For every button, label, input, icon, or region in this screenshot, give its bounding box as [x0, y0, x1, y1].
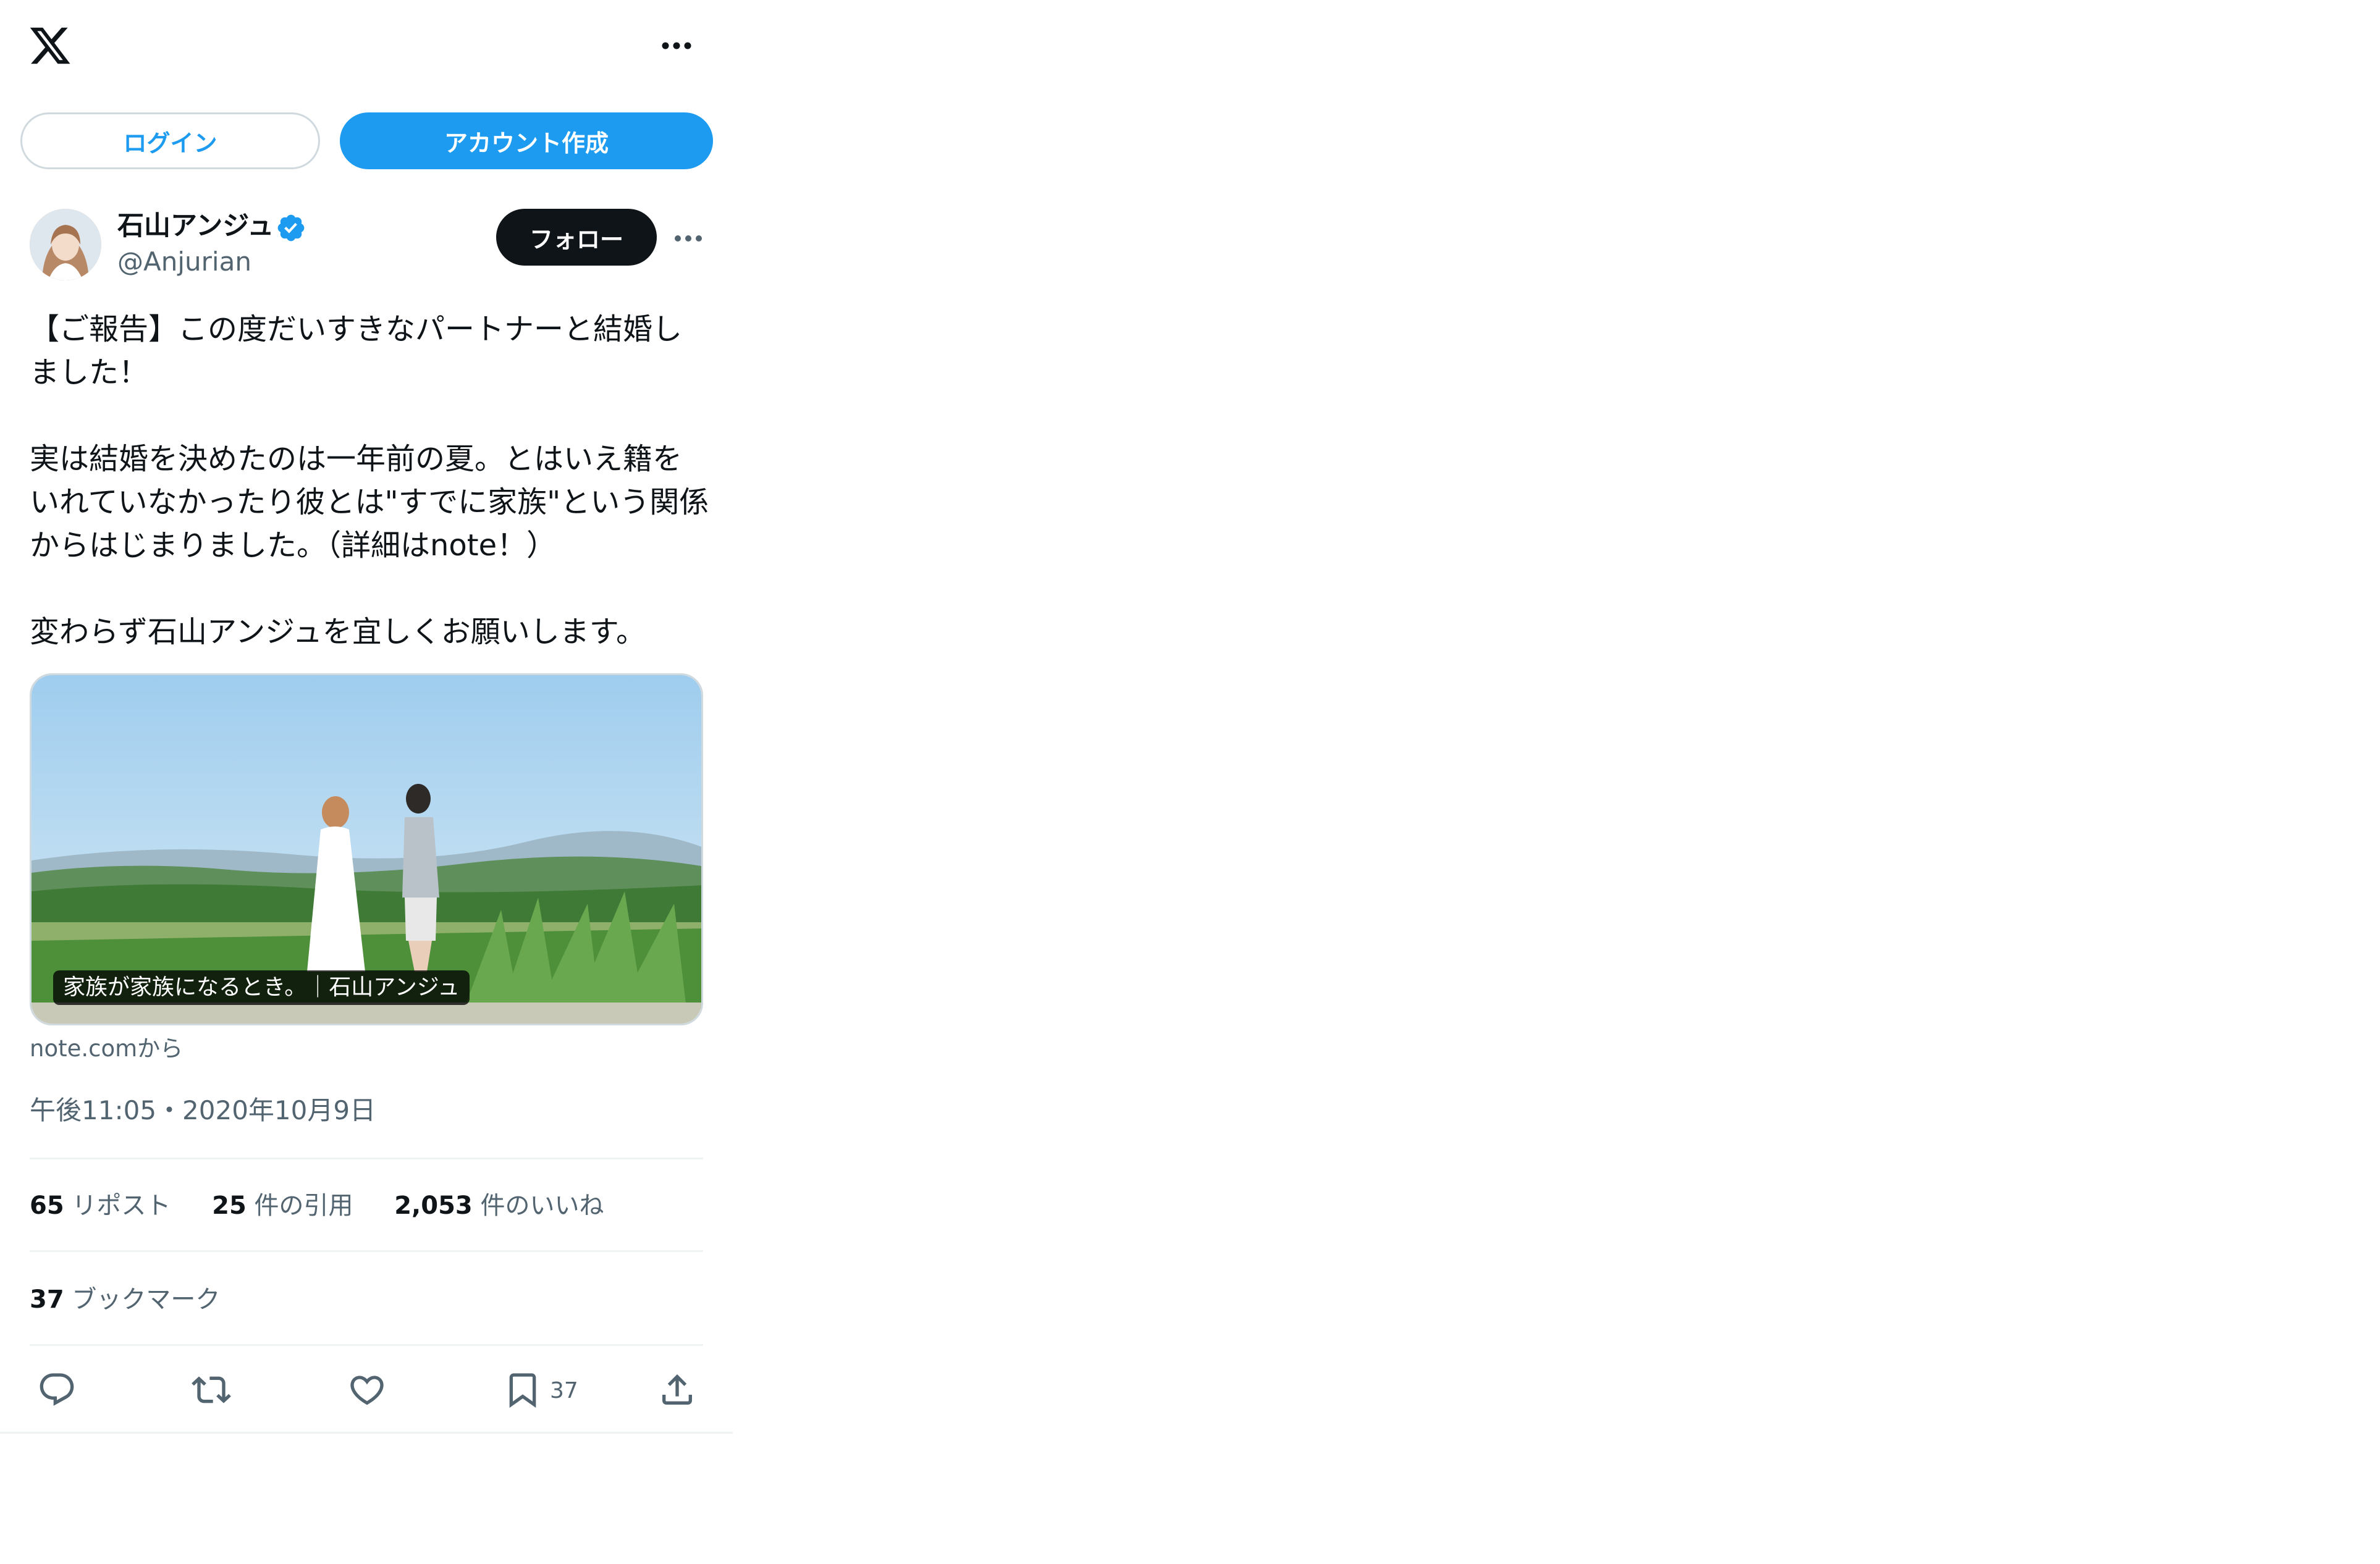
divider: [30, 1158, 703, 1159]
quotes-stat[interactable]: 25 件の引用: [212, 1192, 353, 1220]
create-account-button[interactable]: アカウント作成: [340, 112, 713, 169]
divider: [30, 1250, 703, 1252]
bookmark-icon[interactable]: [503, 1370, 542, 1410]
author-name[interactable]: 石山アンジュ: [117, 209, 274, 243]
card-source[interactable]: note.comから: [30, 1033, 183, 1065]
bookmarks-stat: 37 ブックマーク: [30, 1285, 221, 1314]
share-icon[interactable]: [657, 1370, 697, 1410]
reply-icon[interactable]: [37, 1370, 77, 1410]
link-card[interactable]: 家族が家族になるとき。｜石山アンジュ: [30, 673, 703, 1025]
tweet-more-icon[interactable]: [673, 233, 703, 242]
repost-icon[interactable]: [192, 1370, 231, 1410]
engagement-stats: 65 リポスト 25 件の引用 2,053 件のいいね: [30, 1187, 637, 1224]
likes-stat[interactable]: 2,053 件のいいね: [394, 1192, 604, 1220]
reposts-stat[interactable]: 65 リポスト: [30, 1192, 171, 1220]
card-caption: 家族が家族になるとき。｜石山アンジュ: [53, 970, 470, 1005]
more-horizontal-icon[interactable]: [661, 41, 692, 49]
tweet-timestamp[interactable]: 午後11:05・2020年10月9日: [30, 1092, 376, 1129]
bookmark-count: 37: [550, 1378, 578, 1403]
login-button[interactable]: ログイン: [20, 112, 320, 169]
verified-badge-icon[interactable]: [276, 212, 306, 243]
avatar[interactable]: [30, 209, 101, 280]
x-logo-icon[interactable]: [28, 23, 72, 68]
author-handle[interactable]: @Anjurian: [117, 245, 251, 279]
heart-icon[interactable]: [347, 1370, 387, 1410]
divider: [30, 1344, 703, 1346]
tweet-text: 【ご報告】この度だいすきなパートナーと結婚しました！ 実は結婚を決めたのは一年前…: [30, 312, 709, 649]
follow-button[interactable]: フォロー: [496, 209, 657, 266]
divider: [0, 1432, 733, 1434]
